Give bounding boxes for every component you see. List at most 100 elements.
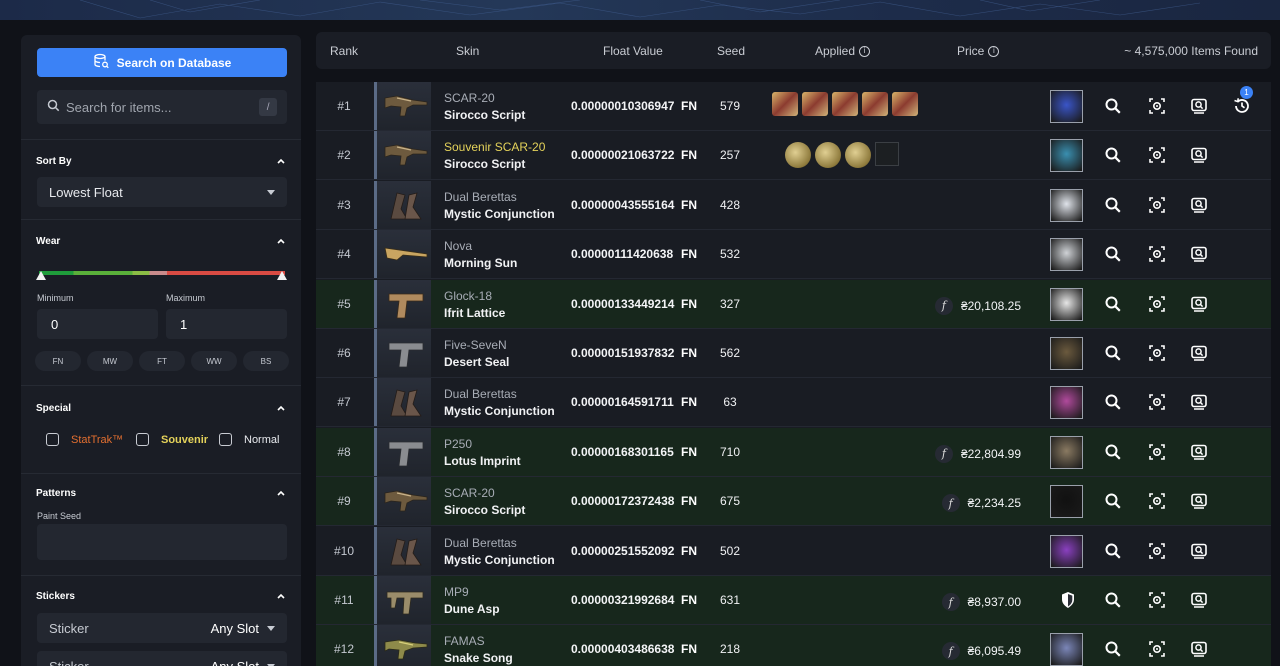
screenshot-icon[interactable] xyxy=(1190,146,1208,164)
function-icon[interactable]: f xyxy=(941,593,960,611)
item-thumbnail[interactable] xyxy=(374,180,431,229)
owner-avatar[interactable] xyxy=(1050,188,1083,222)
search-database-button[interactable]: Search on Database xyxy=(37,48,287,77)
table-row[interactable]: #4 Nova Morning Sun 0.00000111420638 FN 532 xyxy=(316,230,1271,280)
item-search-input[interactable] xyxy=(66,99,254,115)
owner-avatar[interactable] xyxy=(1050,238,1083,272)
stattrak-checkbox[interactable] xyxy=(46,433,59,446)
owner-avatar[interactable] xyxy=(1050,485,1083,519)
item-thumbnail[interactable] xyxy=(374,131,431,180)
screenshot-icon[interactable] xyxy=(1190,344,1208,362)
normal-option[interactable]: Normal xyxy=(219,433,279,446)
inspect-icon[interactable] xyxy=(1148,344,1166,362)
skin-name[interactable]: Sirocco Script xyxy=(444,503,525,517)
item-thumbnail[interactable] xyxy=(374,477,431,526)
sticker-thumbnail[interactable] xyxy=(802,92,828,116)
screenshot-icon[interactable] xyxy=(1190,393,1208,411)
souvenir-option[interactable]: Souvenir xyxy=(136,433,208,446)
owner-avatar[interactable] xyxy=(1050,633,1083,666)
wear-pill-ft[interactable]: FT xyxy=(139,351,185,371)
wear-pill-mw[interactable]: MW xyxy=(87,351,133,371)
item-thumbnail[interactable] xyxy=(374,576,431,624)
search-icon[interactable] xyxy=(1104,492,1122,510)
column-applied[interactable]: Applied i xyxy=(815,44,871,58)
search-icon[interactable] xyxy=(1104,295,1122,313)
search-icon[interactable] xyxy=(1104,640,1122,658)
wear-pill-ww[interactable]: WW xyxy=(191,351,237,371)
inspect-icon[interactable] xyxy=(1148,97,1166,115)
table-row[interactable]: #12 FAMAS Snake Song 0.00000403486638 FN 218 f… xyxy=(316,625,1271,666)
screenshot-icon[interactable] xyxy=(1190,640,1208,658)
inspect-icon[interactable] xyxy=(1148,640,1166,658)
search-icon[interactable] xyxy=(1104,443,1122,461)
screenshot-icon[interactable] xyxy=(1190,196,1208,214)
search-icon[interactable] xyxy=(1104,542,1122,560)
owner-avatar[interactable] xyxy=(1050,139,1083,173)
info-icon[interactable]: i xyxy=(859,45,871,57)
wear-max-handle[interactable] xyxy=(277,271,287,280)
search-icon[interactable] xyxy=(1104,344,1122,362)
stattrak-option[interactable]: StatTrak™ xyxy=(46,433,123,446)
souvenir-checkbox[interactable] xyxy=(136,433,149,446)
skin-name[interactable]: Mystic Conjunction xyxy=(444,404,555,418)
table-row[interactable]: #3 Dual Berettas Mystic Conjunction 0.00000… xyxy=(316,180,1271,230)
sticker-thumbnail[interactable] xyxy=(772,92,798,116)
column-price[interactable]: Price i xyxy=(957,44,1000,58)
table-row[interactable]: #2 Souvenir SCAR-20 Sirocco Script 0.000000… xyxy=(316,131,1271,181)
table-row[interactable]: #7 Dual Berettas Mystic Conjunction 0.00000… xyxy=(316,378,1271,428)
inspect-icon[interactable] xyxy=(1148,443,1166,461)
owner-avatar[interactable] xyxy=(1050,287,1083,321)
inspect-icon[interactable] xyxy=(1148,542,1166,560)
function-icon[interactable]: f xyxy=(941,642,960,661)
chevron-up-icon[interactable] xyxy=(276,403,286,413)
skin-name[interactable]: Snake Song xyxy=(444,651,513,665)
column-seed[interactable]: Seed xyxy=(717,44,745,58)
sort-by-select[interactable]: Lowest Float xyxy=(37,177,287,207)
sticker-thumbnail[interactable] xyxy=(785,142,811,169)
search-icon[interactable] xyxy=(1104,591,1122,609)
chevron-up-icon[interactable] xyxy=(276,488,286,498)
screenshot-icon[interactable] xyxy=(1190,97,1208,115)
column-rank[interactable]: Rank xyxy=(330,44,358,58)
table-row[interactable]: #5 Glock-18 Ifrit Lattice 0.00000133449214 F… xyxy=(316,279,1271,329)
search-icon[interactable] xyxy=(1104,146,1122,164)
table-row[interactable]: #8 P250 Lotus Imprint 0.00000168301165 FN 710… xyxy=(316,427,1271,477)
chevron-up-icon[interactable] xyxy=(276,236,286,246)
wear-pill-fn[interactable]: FN xyxy=(35,351,81,371)
inspect-icon[interactable] xyxy=(1148,196,1166,214)
owner-avatar[interactable] xyxy=(1050,534,1083,568)
inspect-icon[interactable] xyxy=(1148,591,1166,609)
normal-checkbox[interactable] xyxy=(219,433,232,446)
inspect-icon[interactable] xyxy=(1148,146,1166,164)
search-icon[interactable] xyxy=(1104,393,1122,411)
table-row[interactable]: #10 Dual Berettas Mystic Conjunction 0.0000… xyxy=(316,526,1271,576)
screenshot-icon[interactable] xyxy=(1190,443,1208,461)
skin-name[interactable]: Sirocco Script xyxy=(444,108,525,122)
wear-maximum-input[interactable]: 1 xyxy=(166,309,287,339)
sticker-thumbnail[interactable] xyxy=(845,142,871,169)
owner-avatar[interactable] xyxy=(1050,386,1083,420)
table-row[interactable]: #1 SCAR-20 Sirocco Script 0.00000010306947 F… xyxy=(316,82,1271,131)
chevron-up-icon[interactable] xyxy=(276,156,286,166)
inspect-icon[interactable] xyxy=(1148,295,1166,313)
paint-seed-input[interactable] xyxy=(37,524,287,560)
skin-name[interactable]: Morning Sun xyxy=(444,256,517,270)
shield-icon[interactable] xyxy=(1058,590,1078,615)
item-thumbnail[interactable] xyxy=(374,230,431,279)
sticker-filter-row[interactable]: Sticker Any Slot xyxy=(37,651,287,666)
owner-avatar[interactable] xyxy=(1050,337,1083,370)
inspect-icon[interactable] xyxy=(1148,245,1166,263)
item-thumbnail[interactable] xyxy=(374,329,431,377)
skin-name[interactable]: Lotus Imprint xyxy=(444,454,521,468)
column-float[interactable]: Float Value xyxy=(603,44,663,58)
info-icon[interactable]: i xyxy=(988,45,1000,57)
wear-minimum-input[interactable]: 0 xyxy=(37,309,158,339)
wear-min-handle[interactable] xyxy=(36,271,46,280)
skin-name[interactable]: Desert Seal xyxy=(444,355,509,369)
chevron-up-icon[interactable] xyxy=(276,591,286,601)
skin-name[interactable]: Sirocco Script xyxy=(444,157,525,171)
item-thumbnail[interactable] xyxy=(374,427,431,476)
function-icon[interactable]: f xyxy=(941,494,960,513)
wear-range-slider[interactable] xyxy=(39,271,285,275)
search-icon[interactable] xyxy=(1104,196,1122,214)
